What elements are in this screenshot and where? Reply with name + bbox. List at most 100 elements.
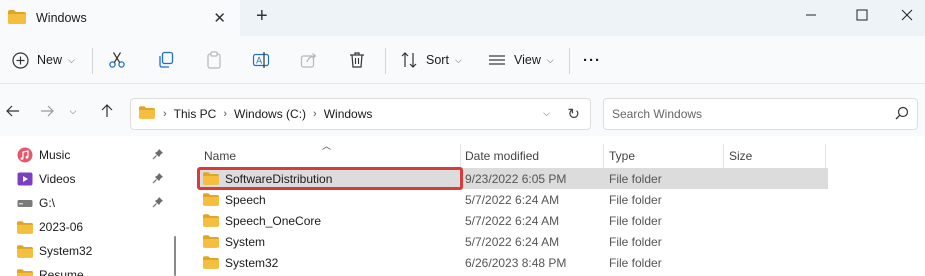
new-tab-button[interactable]: +: [256, 5, 268, 28]
arrow-right-icon: [41, 105, 54, 117]
command-bar: New ⌵ A Sort ⌵ View ⌵ ···: [0, 36, 925, 84]
share-button[interactable]: [300, 46, 318, 74]
chevron-down-icon: ⌵: [546, 54, 554, 65]
column-divider[interactable]: [460, 144, 461, 168]
folder-icon: [16, 219, 34, 235]
breadcrumb-separator-icon[interactable]: ›: [163, 108, 167, 120]
file-type: File folder: [609, 172, 662, 186]
breadcrumb-this-pc[interactable]: This PC: [174, 107, 217, 121]
sidebar-item-music[interactable]: Music: [16, 144, 168, 166]
copy-button[interactable]: [157, 46, 175, 74]
navigation-pane: Music Videos G:\ 2023-06 System32 Resume: [0, 136, 180, 276]
sidebar-item-label: Videos: [39, 172, 76, 186]
close-window-button[interactable]: [884, 0, 925, 30]
chevron-down-icon: ⌵: [69, 105, 77, 116]
sidebar-scrollbar[interactable]: [174, 236, 176, 276]
folder-icon: [8, 9, 26, 27]
column-header-type[interactable]: Type: [609, 149, 635, 163]
close-icon: [901, 9, 913, 21]
sort-ascending-icon: ︿: [322, 141, 332, 151]
sort-icon: [401, 52, 417, 68]
breadcrumb-separator-icon[interactable]: ›: [223, 108, 227, 120]
back-button[interactable]: [2, 102, 24, 120]
file-name: System: [225, 235, 266, 249]
chevron-down-icon: ⌵: [454, 54, 462, 65]
column-divider[interactable]: [825, 144, 826, 168]
rename-icon: A: [252, 52, 270, 68]
file-type: File folder: [609, 256, 662, 270]
file-type: File folder: [609, 214, 662, 228]
folder-icon: [139, 106, 155, 122]
column-divider[interactable]: [603, 144, 604, 168]
sidebar-item-label: System32: [39, 244, 93, 258]
pin-icon[interactable]: [152, 196, 164, 211]
drive-icon: [16, 195, 34, 211]
new-label: New: [37, 53, 63, 67]
search-input[interactable]: [612, 107, 882, 121]
music-icon: [16, 147, 34, 163]
breadcrumb-windows-c[interactable]: Windows (C:): [234, 107, 306, 121]
tab-title: Windows: [36, 11, 87, 25]
chevron-down-icon[interactable]: ⌵: [543, 108, 550, 119]
close-tab-icon[interactable]: ✕: [213, 9, 226, 27]
sidebar-item-resume[interactable]: Resume: [16, 264, 168, 276]
divider: [92, 48, 93, 74]
file-date: 5/7/2022 6:24 AM: [465, 193, 560, 207]
sidebar-item-videos[interactable]: Videos: [16, 168, 168, 190]
sidebar-item-system32[interactable]: System32: [16, 240, 168, 262]
svg-text:A: A: [256, 57, 263, 67]
table-row[interactable]: System32 6/26/2023 8:48 PM File folder: [198, 252, 828, 273]
table-row[interactable]: SoftwareDistribution 9/23/2022 6:05 PM F…: [198, 168, 828, 189]
recent-locations-button[interactable]: ⌵: [62, 102, 84, 120]
forward-button[interactable]: [36, 102, 58, 120]
new-button[interactable]: New ⌵: [12, 46, 75, 74]
table-row[interactable]: Speech 5/7/2022 6:24 AM File folder: [198, 189, 828, 210]
file-name: Speech: [225, 193, 266, 207]
sort-button[interactable]: Sort ⌵: [400, 46, 462, 74]
address-bar[interactable]: › This PC › Windows (C:) › Windows ⌵ ↻: [130, 98, 591, 130]
breadcrumb-separator-icon[interactable]: ›: [313, 108, 317, 120]
column-header-name[interactable]: Name: [204, 149, 236, 163]
folder-icon: [16, 267, 34, 276]
rename-button[interactable]: A: [252, 46, 270, 74]
minimize-icon: [806, 14, 816, 16]
sidebar-item-2023-06[interactable]: 2023-06: [16, 216, 168, 238]
view-list-icon: [489, 55, 505, 65]
tab-windows[interactable]: Windows ✕: [0, 0, 240, 36]
file-date: 6/26/2023 8:48 PM: [465, 256, 567, 270]
folder-icon: [203, 214, 219, 230]
divider: [385, 48, 386, 74]
trash-icon: [350, 52, 364, 68]
sidebar-item-label: G:\: [39, 196, 56, 210]
file-name: Speech_OneCore: [225, 214, 322, 228]
cut-button[interactable]: [108, 46, 126, 74]
minimize-button[interactable]: [788, 0, 834, 30]
table-row[interactable]: System 5/7/2022 6:24 AM File folder: [198, 231, 828, 252]
maximize-button[interactable]: [839, 0, 885, 30]
view-button[interactable]: View ⌵: [488, 46, 554, 74]
file-name: System32: [225, 256, 279, 270]
copy-icon: [159, 51, 174, 68]
breadcrumb-windows[interactable]: Windows: [324, 107, 373, 121]
column-header-date[interactable]: Date modified: [465, 149, 539, 163]
title-bar: Windows ✕ +: [0, 0, 925, 36]
column-divider[interactable]: [723, 144, 724, 168]
pin-icon[interactable]: [152, 172, 164, 187]
folder-icon: [203, 235, 219, 251]
refresh-icon[interactable]: ↻: [567, 105, 580, 123]
sidebar-item-drive-g[interactable]: G:\: [16, 192, 168, 214]
search-icon[interactable]: [895, 106, 909, 123]
delete-button[interactable]: [348, 46, 366, 74]
file-type: File folder: [609, 193, 662, 207]
more-options-button[interactable]: ···: [583, 46, 601, 74]
column-header-size[interactable]: Size: [729, 149, 752, 163]
sort-label: Sort: [426, 53, 449, 67]
pin-icon[interactable]: [152, 148, 164, 163]
navigation-bar: ⌵ › This PC › Windows (C:) › Windows ⌵ ↻: [0, 84, 925, 136]
sidebar-item-label: 2023-06: [39, 220, 84, 234]
up-button[interactable]: [96, 102, 118, 120]
table-row[interactable]: Speech_OneCore 5/7/2022 6:24 AM File fol…: [198, 210, 828, 231]
search-box[interactable]: [603, 98, 918, 130]
paste-button[interactable]: [205, 46, 223, 74]
file-date: 5/7/2022 6:24 AM: [465, 235, 560, 249]
